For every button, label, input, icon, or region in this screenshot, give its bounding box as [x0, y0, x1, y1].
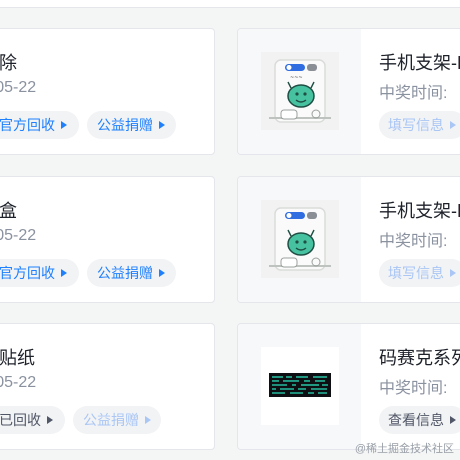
prize-title: 清除 [0, 53, 17, 73]
charity-donate-button[interactable]: 公益捐赠 [73, 406, 161, 434]
official-recycle-button[interactable]: 官方回收 [0, 259, 79, 287]
prize-image-area [238, 324, 361, 449]
caret-right-icon [145, 416, 151, 424]
official-recycle-button[interactable]: 官方回收 [0, 111, 79, 139]
mosaic-sticker-image [261, 347, 339, 425]
win-time-label: 中奖时间: [379, 380, 448, 397]
fill-info-button[interactable]: 填写信息 [379, 111, 460, 139]
prize-image-area [238, 177, 361, 302]
win-time-label: 中奖时间: [379, 85, 448, 102]
caret-right-icon [159, 269, 165, 277]
prize-card: ~~~ 手机支架-E 中奖时间: 填写信息 [237, 28, 460, 155]
caret-right-icon [47, 416, 53, 424]
prize-list-page: 清除 4-05-22 官方回收 公益捐赠 ~~~ [0, 0, 460, 460]
prize-title: 盲盒 [0, 201, 17, 221]
caret-right-icon [450, 121, 456, 129]
caret-right-icon [450, 416, 456, 424]
prize-date: 4-05-22 [0, 374, 37, 391]
prize-title: 金贴纸 [0, 348, 35, 368]
prize-card: 金贴纸 4-05-22 已回收 公益捐赠 [0, 323, 215, 450]
caret-right-icon [61, 121, 67, 129]
prize-image-area: ~~~ [238, 29, 361, 154]
phone-stand-image: ~~~ [261, 52, 339, 130]
prize-title: 手机支架-E [379, 53, 460, 73]
prize-title: 码赛克系列 [379, 348, 460, 368]
fill-info-button[interactable]: 填写信息 [379, 259, 460, 287]
prize-card: 清除 4-05-22 官方回收 公益捐赠 [0, 28, 215, 155]
view-info-button[interactable]: 查看信息 [379, 406, 460, 434]
phone-stand-image [261, 200, 339, 278]
site-watermark: @稀土掘金技术社区 [354, 443, 454, 455]
prize-card: 手机支架-E 中奖时间: 填写信息 [237, 176, 460, 303]
prize-title: 手机支架-E [379, 201, 460, 221]
win-time-label: 中奖时间: [379, 233, 448, 250]
caret-right-icon [159, 121, 165, 129]
svg-text:~~~: ~~~ [290, 75, 303, 81]
prize-date: 4-05-22 [0, 79, 37, 96]
prize-card: 码赛克系列 中奖时间: 查看信息 [237, 323, 460, 450]
prize-date: 4-05-22 [0, 227, 37, 244]
prize-card: 盲盒 4-05-22 官方回收 公益捐赠 [0, 176, 215, 303]
recycled-button[interactable]: 已回收 [0, 406, 65, 434]
caret-right-icon [61, 269, 67, 277]
caret-right-icon [450, 269, 456, 277]
charity-donate-button[interactable]: 公益捐赠 [87, 111, 176, 139]
charity-donate-button[interactable]: 公益捐赠 [87, 259, 176, 287]
top-divider [0, 0, 460, 8]
